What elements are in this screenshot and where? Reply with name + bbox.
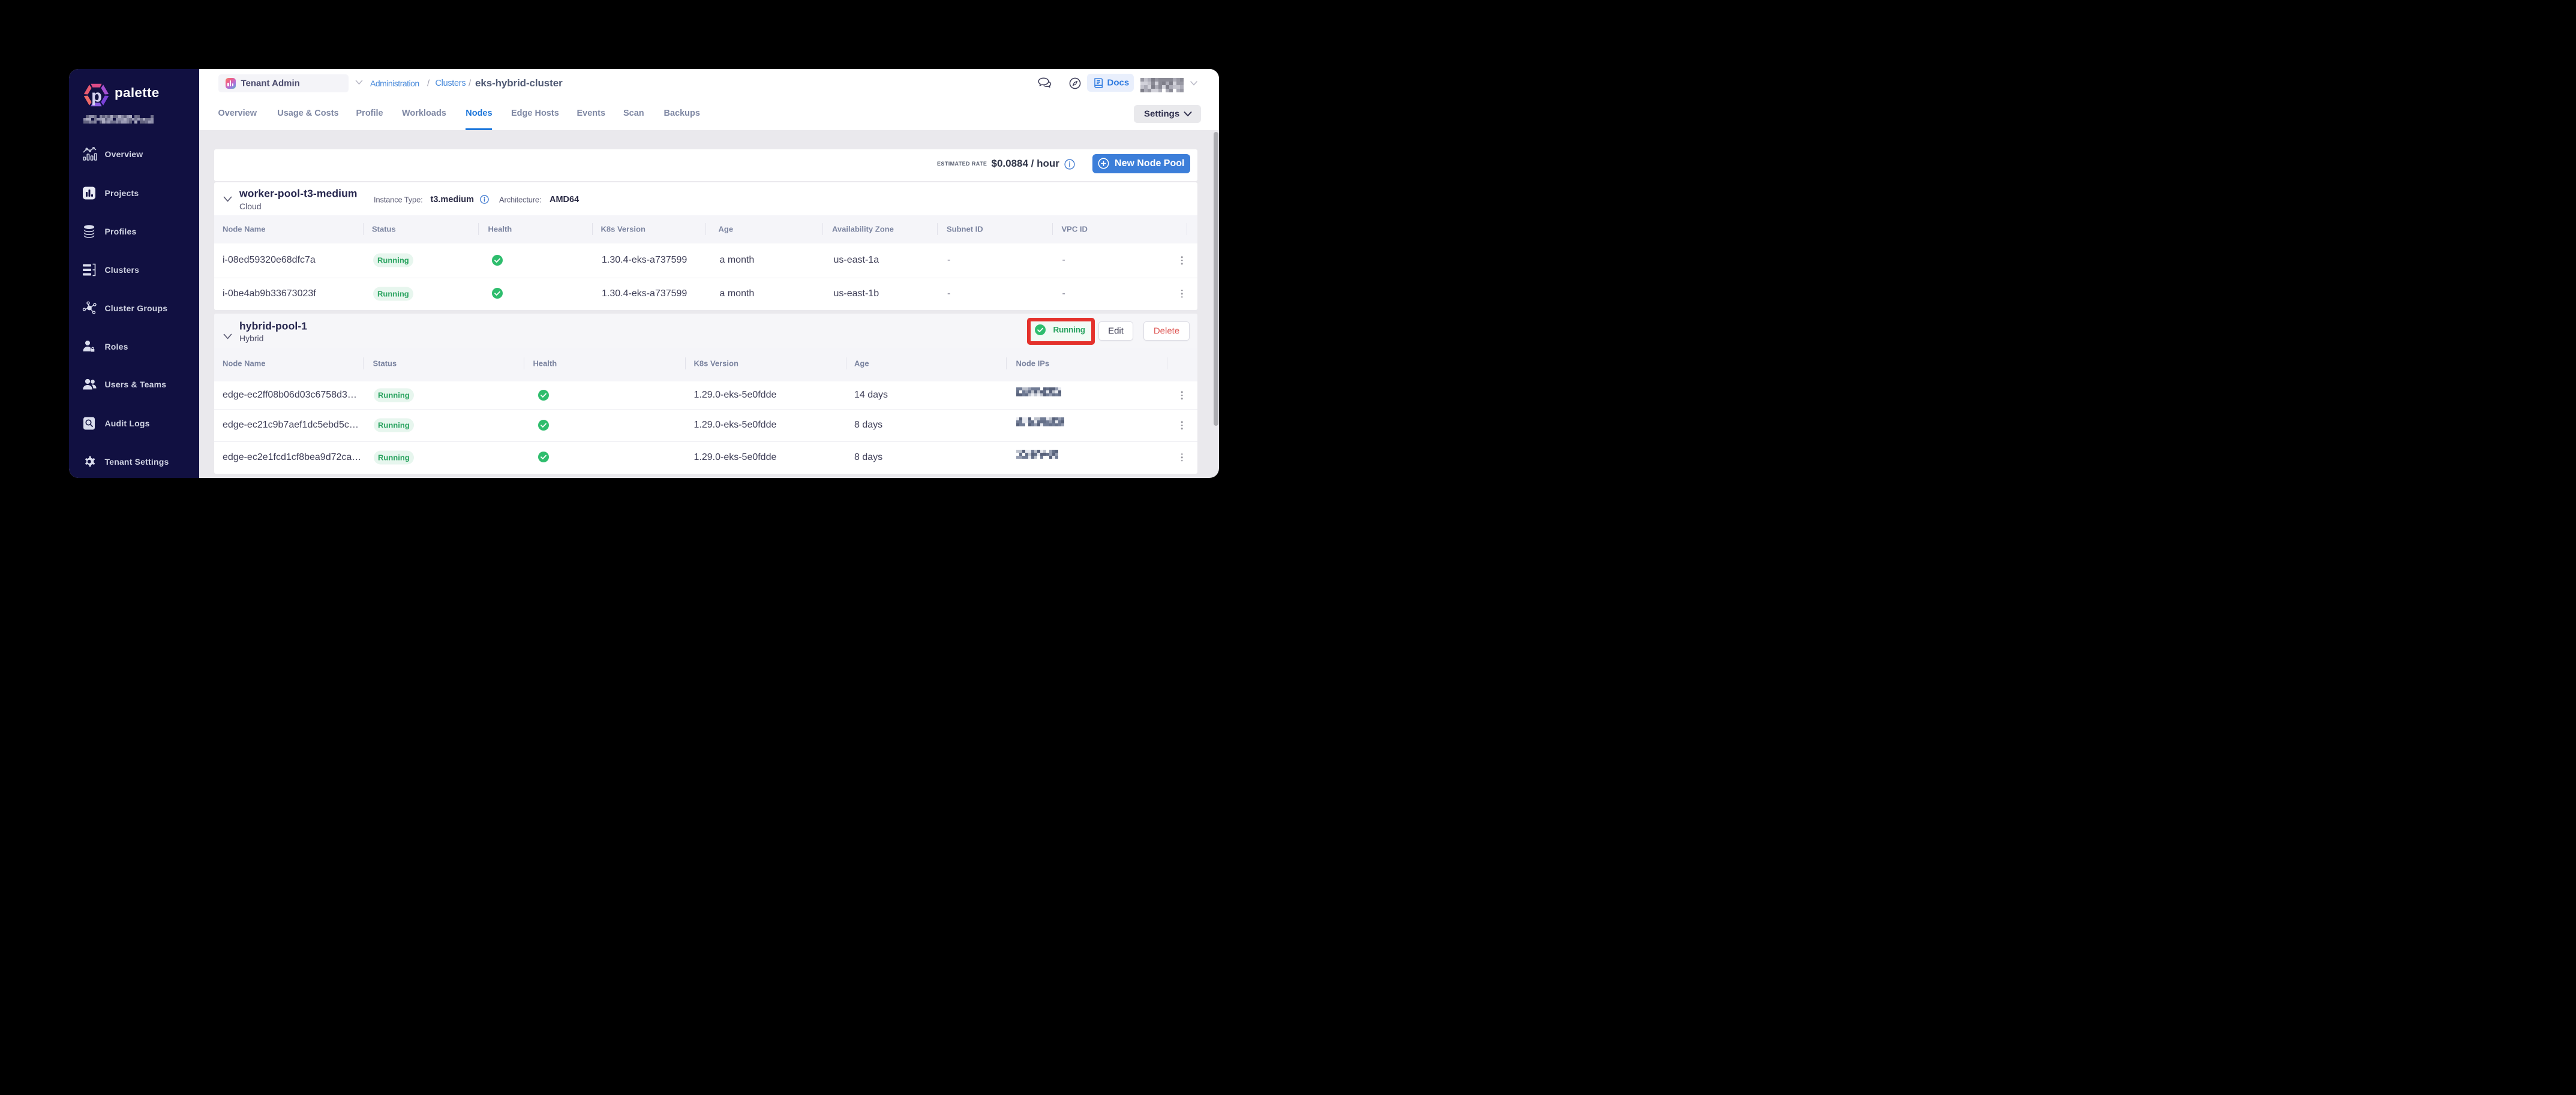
svg-text:p: p	[91, 87, 102, 106]
